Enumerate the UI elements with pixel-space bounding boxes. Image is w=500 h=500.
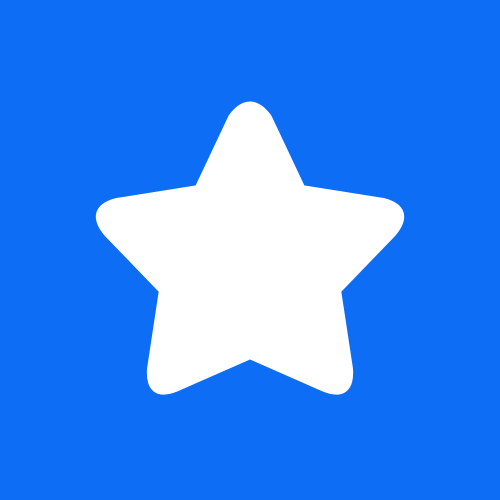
star-icon <box>0 0 500 500</box>
app-icon-canvas <box>0 0 500 500</box>
